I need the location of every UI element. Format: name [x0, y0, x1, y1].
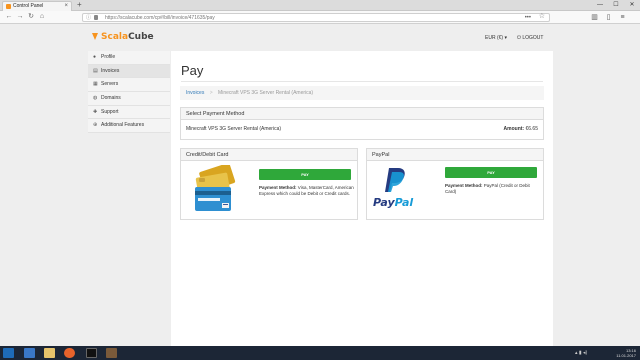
support-icon: ✚ — [93, 108, 98, 115]
sidebar-item-additional-features[interactable]: ⊕ Additional Features — [88, 119, 170, 134]
paypal-wordmark-pay: Pay — [373, 196, 395, 209]
ie-icon[interactable] — [24, 348, 35, 358]
paypal-option-heading: PayPal — [367, 149, 543, 161]
maximize-icon[interactable]: ☐ — [608, 0, 624, 10]
sidebar-item-invoices[interactable]: ▤ Invoices — [88, 64, 170, 79]
menu-icon[interactable]: ≡ — [618, 13, 627, 22]
logout-label: LOGOUT — [522, 35, 544, 41]
card-option-heading: Credit/Debit Card — [181, 149, 357, 161]
paypal-payment-option: PayPal PayPal PAY Payment Method: PayPal… — [366, 148, 544, 220]
amount-value: €6.65 — [525, 126, 538, 132]
page-title: Pay — [181, 63, 204, 78]
system-tray-icons[interactable]: ▴ ▮ ◂) — [575, 350, 587, 356]
card-method-description: Payment Method: Visa, MasterCard, Americ… — [259, 185, 354, 197]
paypal-wordmark-pal: Pal — [394, 196, 414, 209]
sidebar-item-domains[interactable]: ◍ Domains — [88, 92, 170, 106]
bookmark-star-icon[interactable]: ☆ — [539, 13, 545, 21]
logo-text-scala: Scala — [101, 32, 129, 42]
library-icon[interactable]: ▥ — [590, 13, 599, 22]
close-tab-icon[interactable]: × — [64, 2, 68, 11]
breadcrumb-current: Minecraft VPS 3G Server Rental (America) — [218, 90, 314, 96]
browser-tab[interactable]: Control Panel × — [2, 1, 72, 11]
logo-text-cube: Cube — [128, 32, 154, 42]
sidebar-item-label: Servers — [101, 81, 119, 88]
browser-nav-bar: ← → ↻ ⌂ ⓘ https://scalacube.com/cp#/bill… — [0, 11, 640, 24]
payment-method-panel: Select Payment Method Minecraft VPS 3G S… — [180, 107, 544, 140]
sidebar-item-label: Profile — [101, 54, 116, 60]
globe-icon: ◍ — [93, 95, 98, 102]
amount-label: Amount: — [503, 126, 525, 132]
tab-title: Control Panel — [13, 3, 44, 9]
taskbar-clock[interactable]: 13:16 11.01.2017 — [616, 348, 636, 358]
credit-cards-icon — [195, 165, 236, 211]
terminal-icon[interactable] — [86, 348, 97, 358]
favicon-icon — [6, 4, 11, 9]
plus-icon: ⊕ — [93, 122, 98, 129]
url-text: https://scalacube.com/cp#/bill/invoice/4… — [105, 15, 215, 21]
site-header: ScalaCube EUR (€) ▾ ⏻ LOGOUT — [0, 25, 640, 51]
forward-icon[interactable]: → — [15, 12, 25, 22]
site-logo[interactable]: ScalaCube — [92, 32, 154, 42]
user-icon: ● — [93, 54, 97, 60]
page-actions-icon[interactable]: ••• — [525, 14, 531, 22]
sidebar-item-label: Domains — [101, 95, 121, 102]
paypal-p-icon — [385, 168, 405, 192]
sidebar-item-profile[interactable]: ● Profile — [88, 51, 170, 65]
sidebar-nav: ● Profile ▤ Invoices ▦ Servers ◍ Domains ✚ Su… — [88, 51, 170, 134]
sidebar-item-label: Additional Features — [101, 122, 145, 129]
paypal-wordmark: PayPal — [373, 196, 413, 209]
card-method-label: Payment Method: — [259, 185, 297, 190]
sidebar-item-label: Invoices — [101, 67, 120, 74]
new-tab-button[interactable]: + — [77, 0, 82, 10]
reload-icon[interactable]: ↻ — [26, 12, 36, 22]
currency-dropdown[interactable]: EUR (€) ▾ — [485, 35, 507, 41]
sidebar-item-support[interactable]: ✚ Support — [88, 105, 170, 120]
clock-date: 11.01.2017 — [616, 353, 636, 358]
logout-link[interactable]: ⏻ LOGOUT — [517, 35, 543, 41]
info-icon[interactable]: ⓘ — [86, 14, 91, 22]
folder-icon[interactable] — [44, 348, 55, 358]
lock-icon — [94, 15, 98, 20]
breadcrumb: Invoices > Minecraft VPS 3G Server Renta… — [180, 86, 544, 100]
card-pay-button[interactable]: PAY — [259, 169, 351, 180]
sidebar-item-label: Support — [101, 108, 119, 115]
paypal-method-description: Payment Method: PayPal (Credit or Debit … — [445, 183, 540, 195]
amount: Amount: €6.65 — [504, 126, 538, 132]
card-payment-option: Credit/Debit Card PAY Payment Method: Vi… — [180, 148, 358, 220]
server-icon: ▦ — [93, 81, 98, 88]
browser-tab-bar: Control Panel × + — ☐ ✕ — [0, 0, 640, 11]
url-bar[interactable]: ⓘ https://scalacube.com/cp#/bill/invoice… — [82, 13, 550, 22]
os-taskbar: ▴ ▮ ◂) 13:16 11.01.2017 — [0, 346, 640, 360]
close-window-icon[interactable]: ✕ — [624, 0, 640, 10]
home-icon[interactable]: ⌂ — [37, 12, 47, 22]
breadcrumb-separator: > — [209, 90, 213, 96]
sidebar-item-servers[interactable]: ▦ Servers — [88, 78, 170, 93]
firefox-icon[interactable] — [64, 348, 75, 358]
payment-method-heading: Select Payment Method — [181, 108, 543, 120]
paypal-method-label: Payment Method: — [445, 183, 483, 188]
sidebar-toggle-icon[interactable]: ▯ — [604, 13, 613, 22]
breadcrumb-invoices-link[interactable]: Invoices — [186, 90, 204, 96]
back-icon[interactable]: ← — [4, 12, 14, 22]
title-divider — [181, 81, 543, 82]
start-button-icon[interactable] — [3, 348, 14, 358]
service-name: Minecraft VPS 3G Server Rental (America) — [186, 126, 282, 132]
main-content: Pay Invoices > Minecraft VPS 3G Server R… — [171, 51, 553, 351]
logo-mark-icon — [92, 33, 98, 40]
minecraft-icon[interactable] — [106, 348, 117, 358]
paypal-pay-button[interactable]: PAY — [445, 167, 537, 178]
invoice-icon: ▤ — [93, 67, 98, 74]
minimize-icon[interactable]: — — [592, 0, 608, 10]
